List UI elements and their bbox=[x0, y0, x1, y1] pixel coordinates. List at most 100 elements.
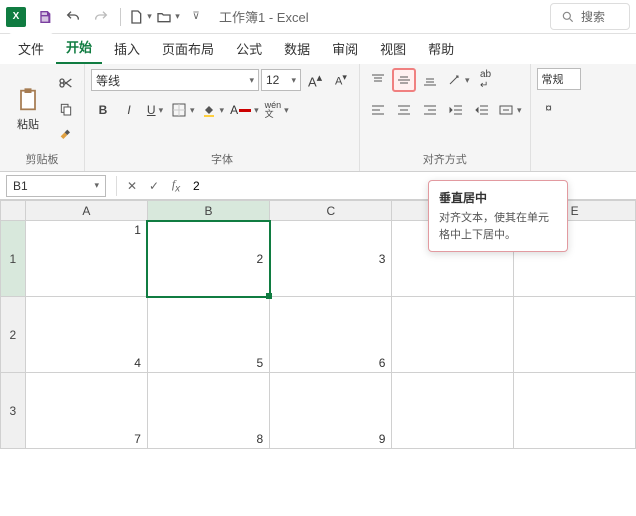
chevron-down-icon: ▾ bbox=[291, 75, 296, 86]
wrap-text-button[interactable]: ab↵ bbox=[474, 68, 498, 92]
col-header-C[interactable]: C bbox=[270, 201, 392, 221]
cell-B2[interactable]: 5 bbox=[147, 297, 269, 373]
increase-indent-button[interactable] bbox=[470, 98, 494, 122]
align-left-button[interactable] bbox=[366, 98, 390, 122]
align-right-button[interactable] bbox=[418, 98, 442, 122]
orientation-icon bbox=[446, 72, 462, 88]
align-middle-icon bbox=[396, 72, 412, 88]
tab-view[interactable]: 视图 bbox=[370, 33, 416, 64]
name-box[interactable]: B1 ▾ bbox=[6, 175, 106, 197]
chevron-down-icon: ▾ bbox=[175, 11, 180, 22]
align-bottom-button[interactable] bbox=[418, 68, 442, 92]
group-alignment: ▾ ab↵ ▾ 对齐方式 bbox=[360, 64, 531, 171]
indent-icon bbox=[474, 102, 490, 118]
close-icon: ✕ bbox=[127, 179, 137, 193]
merge-cells-button[interactable]: ▾ bbox=[496, 98, 524, 122]
col-header-B[interactable]: B bbox=[147, 201, 269, 221]
copy-button[interactable] bbox=[54, 97, 78, 121]
copy-icon bbox=[58, 101, 74, 117]
group-font: 等线 ▾ 12 ▾ A▴ A▾ B I U▾ ▾ ▾ A▾ wén文▾ 字体 bbox=[85, 64, 360, 171]
tab-home[interactable]: 开始 bbox=[56, 31, 102, 64]
cell-E3[interactable] bbox=[514, 373, 636, 449]
paste-button[interactable]: 粘贴 bbox=[6, 75, 50, 143]
align-top-icon bbox=[370, 72, 386, 88]
font-color-icon: A bbox=[230, 103, 238, 117]
insert-function-button[interactable]: fx bbox=[165, 175, 187, 197]
clipboard-icon bbox=[14, 86, 42, 114]
tab-help[interactable]: 帮助 bbox=[418, 33, 464, 64]
bold-icon: B bbox=[99, 103, 108, 117]
bold-button[interactable]: B bbox=[91, 98, 115, 122]
merge-icon bbox=[498, 102, 514, 118]
row-header-3[interactable]: 3 bbox=[1, 373, 26, 449]
row-header-2[interactable]: 2 bbox=[1, 297, 26, 373]
align-center-button[interactable] bbox=[392, 98, 416, 122]
number-format-combo[interactable]: 常规 bbox=[537, 68, 581, 90]
align-center-icon bbox=[396, 102, 412, 118]
tab-insert[interactable]: 插入 bbox=[104, 33, 150, 64]
cell-C2[interactable]: 6 bbox=[270, 297, 392, 373]
increase-font-button[interactable]: A▴ bbox=[303, 68, 327, 92]
row-header-1[interactable]: 1 bbox=[1, 221, 26, 297]
separator bbox=[120, 8, 121, 26]
accounting-format-button[interactable]: ¤ bbox=[537, 96, 561, 120]
open-file-button[interactable]: ▾ bbox=[155, 4, 181, 30]
tab-review[interactable]: 审阅 bbox=[322, 33, 368, 64]
cell-B1[interactable]: 2 bbox=[147, 221, 269, 297]
decrease-font-button[interactable]: A▾ bbox=[329, 68, 353, 92]
cell-C3[interactable]: 9 bbox=[270, 373, 392, 449]
align-left-icon bbox=[370, 102, 386, 118]
cell-A2[interactable]: 4 bbox=[25, 297, 147, 373]
font-size-combo[interactable]: 12 ▾ bbox=[261, 69, 301, 91]
tab-formulas[interactable]: 公式 bbox=[226, 33, 272, 64]
cancel-formula-button[interactable]: ✕ bbox=[121, 175, 143, 197]
borders-icon bbox=[171, 102, 187, 118]
cell-C1[interactable]: 3 bbox=[270, 221, 392, 297]
borders-button[interactable]: ▾ bbox=[169, 98, 197, 122]
decrease-font-icon: A▾ bbox=[335, 72, 347, 88]
cell-A1[interactable]: 1 bbox=[25, 221, 147, 297]
redo-button[interactable] bbox=[88, 4, 114, 30]
tooltip-title: 垂直居中 bbox=[439, 189, 557, 206]
formula-input[interactable] bbox=[187, 175, 636, 197]
group-label-alignment: 对齐方式 bbox=[366, 149, 524, 169]
select-all-corner[interactable] bbox=[1, 201, 26, 221]
font-color-button[interactable]: A▾ bbox=[228, 98, 261, 122]
orientation-button[interactable]: ▾ bbox=[444, 68, 472, 92]
qat-customize-button[interactable]: ⊽ bbox=[183, 4, 209, 30]
file-icon bbox=[128, 9, 144, 25]
increase-font-icon: A▴ bbox=[308, 71, 322, 89]
decrease-indent-button[interactable] bbox=[444, 98, 468, 122]
document-title: 工作簿1 - Excel bbox=[219, 7, 309, 26]
redo-icon bbox=[93, 9, 109, 25]
font-name-combo[interactable]: 等线 ▾ bbox=[91, 69, 259, 91]
fx-icon: fx bbox=[172, 177, 180, 194]
cell-D2[interactable] bbox=[392, 297, 514, 373]
align-middle-button[interactable] bbox=[392, 68, 416, 92]
cell-D3[interactable] bbox=[392, 373, 514, 449]
tooltip-body: 对齐文本，使其在单元格中上下居中。 bbox=[439, 210, 557, 243]
cut-button[interactable] bbox=[54, 71, 78, 95]
cell-B3[interactable]: 8 bbox=[147, 373, 269, 449]
format-painter-button[interactable] bbox=[54, 123, 78, 147]
tab-data[interactable]: 数据 bbox=[274, 33, 320, 64]
undo-button[interactable] bbox=[60, 4, 86, 30]
folder-open-icon bbox=[156, 9, 172, 25]
tab-page-layout[interactable]: 页面布局 bbox=[152, 33, 224, 64]
cell-E2[interactable] bbox=[514, 297, 636, 373]
tooltip-align-middle: 垂直居中 对齐文本，使其在单元格中上下居中。 bbox=[428, 180, 568, 252]
underline-button[interactable]: U▾ bbox=[143, 98, 167, 122]
cell-A3[interactable]: 7 bbox=[25, 373, 147, 449]
align-top-button[interactable] bbox=[366, 68, 390, 92]
ribbon-tabs: 文件 开始 插入 页面布局 公式 数据 审阅 视图 帮助 bbox=[0, 34, 636, 64]
enter-formula-button[interactable]: ✓ bbox=[143, 175, 165, 197]
col-header-A[interactable]: A bbox=[25, 201, 147, 221]
italic-button[interactable]: I bbox=[117, 98, 141, 122]
tab-file[interactable]: 文件 bbox=[8, 33, 54, 64]
search-box[interactable]: 搜索 bbox=[550, 3, 630, 30]
save-button[interactable] bbox=[32, 4, 58, 30]
phonetic-guide-button[interactable]: wén文▾ bbox=[263, 98, 291, 122]
fill-color-button[interactable]: ▾ bbox=[199, 98, 227, 122]
chevron-down-icon: ▾ bbox=[147, 11, 152, 22]
new-file-button[interactable]: ▾ bbox=[127, 4, 153, 30]
